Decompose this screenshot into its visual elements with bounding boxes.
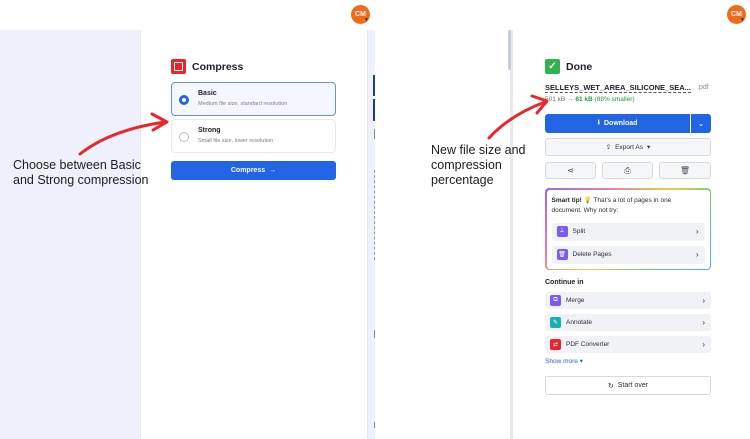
annotation-arrow-right — [487, 94, 549, 140]
tutorial-screenshot: CM ▼ Compress Basic Medium file size, st… — [0, 0, 750, 439]
